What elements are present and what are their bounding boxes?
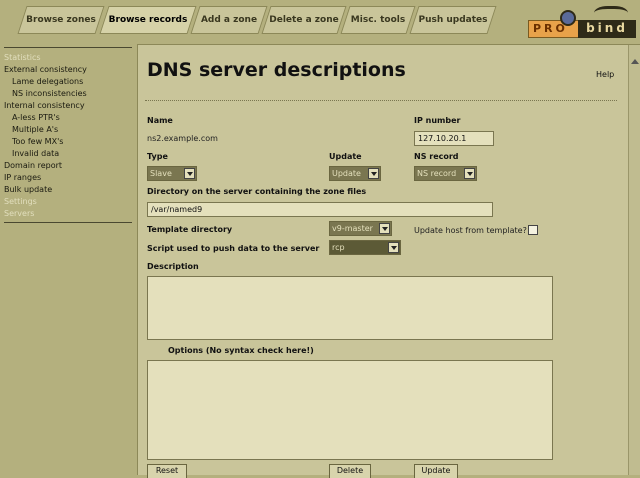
script-select-value: rcp [332, 243, 345, 252]
sidebar-item-domain-report[interactable]: Domain report [4, 161, 62, 171]
sidebar-item-ns-inconsistencies[interactable]: NS inconsistencies [12, 89, 87, 99]
update-label: Update [329, 152, 362, 161]
type-label: Type [147, 152, 168, 161]
update-select[interactable]: Update [329, 166, 381, 181]
chevron-down-icon [388, 242, 399, 253]
sidebar: Statistics External consistency Lame del… [0, 44, 136, 475]
scroll-up-arrow-icon[interactable] [631, 59, 639, 64]
probind-logo: PRO bind [528, 6, 636, 38]
sidebar-item-multiple-as[interactable]: Multiple A's [12, 125, 58, 135]
main-panel: DNS server descriptions Help Name ns2.ex… [137, 44, 640, 478]
update-host-checkbox[interactable] [528, 225, 538, 235]
help-link[interactable]: Help [596, 70, 614, 79]
options-textarea[interactable] [147, 360, 553, 460]
tab-label: Push updates [418, 15, 488, 25]
description-textarea[interactable] [147, 276, 553, 340]
sidebar-item-invalid-data[interactable]: Invalid data [12, 149, 59, 159]
update-host-label: Update host from template? [414, 226, 527, 235]
reset-button[interactable]: Reset [147, 464, 187, 478]
tab-delete-zone[interactable]: Delete a zone [261, 6, 347, 34]
template-directory-select[interactable]: v9-master [329, 221, 392, 236]
sidebar-item-lame-delegations[interactable]: Lame delegations [12, 77, 83, 87]
sidebar-bottom-divider [4, 222, 132, 223]
tab-misc-tools[interactable]: Misc. tools [340, 6, 416, 34]
logo-circle-icon [560, 10, 576, 26]
vertical-scrollbar[interactable] [628, 45, 640, 475]
ns-record-label: NS record [414, 152, 459, 161]
logo-critter-icon [594, 6, 628, 23]
chevron-down-icon [184, 168, 195, 179]
update-button[interactable]: Update [414, 464, 458, 478]
sidebar-item-a-less-ptrs[interactable]: A-less PTR's [12, 113, 60, 123]
sidebar-item-external-consistency[interactable]: External consistency [4, 65, 87, 75]
tab-browse-zones[interactable]: Browse zones [17, 6, 105, 34]
sidebar-top-divider [4, 47, 132, 48]
sidebar-item-servers[interactable]: Servers [4, 209, 34, 219]
name-label: Name [147, 116, 173, 125]
description-label: Description [147, 262, 199, 271]
options-label: Options (No syntax check here!) [168, 346, 314, 355]
update-select-value: Update [332, 169, 361, 178]
chevron-down-icon [379, 223, 390, 234]
tab-label: Add a zone [200, 15, 258, 25]
script-label: Script used to push data to the server [147, 244, 320, 253]
sidebar-item-ip-ranges[interactable]: IP ranges [4, 173, 41, 183]
ns-record-select[interactable]: NS record [414, 166, 477, 181]
sidebar-item-statistics[interactable]: Statistics [4, 53, 41, 63]
tab-label: Browse records [108, 15, 188, 25]
template-directory-label: Template directory [147, 225, 233, 234]
top-navigation-bar: Browse zones Browse records Add a zone D… [0, 0, 640, 44]
delete-button[interactable]: Delete [329, 464, 371, 478]
template-directory-value: v9-master [332, 224, 373, 233]
chevron-down-icon [464, 168, 475, 179]
tab-push-updates[interactable]: Push updates [409, 6, 497, 34]
tab-label: Delete a zone [269, 15, 339, 25]
sidebar-item-too-few-mxs[interactable]: Too few MX's [12, 137, 63, 147]
sidebar-item-settings[interactable]: Settings [4, 197, 37, 207]
type-select[interactable]: Slave [147, 166, 197, 181]
type-select-value: Slave [150, 169, 172, 178]
title-divider [145, 100, 617, 101]
name-value: ns2.example.com [147, 134, 218, 143]
chevron-down-icon [368, 168, 379, 179]
ns-record-select-value: NS record [417, 169, 457, 178]
tab-label: Browse zones [26, 15, 96, 25]
tab-label: Misc. tools [350, 15, 406, 25]
script-select[interactable]: rcp [329, 240, 401, 255]
page-title: DNS server descriptions [147, 59, 406, 81]
directory-label: Directory on the server containing the z… [147, 187, 367, 196]
ip-number-label: IP number [414, 116, 461, 125]
tab-browse-records[interactable]: Browse records [99, 6, 197, 34]
sidebar-item-bulk-update[interactable]: Bulk update [4, 185, 52, 195]
ip-number-input[interactable]: 127.10.20.1 [414, 131, 494, 146]
directory-input[interactable]: /var/named9 [147, 202, 493, 217]
sidebar-item-internal-consistency[interactable]: Internal consistency [4, 101, 85, 111]
tab-add-zone[interactable]: Add a zone [190, 6, 268, 34]
